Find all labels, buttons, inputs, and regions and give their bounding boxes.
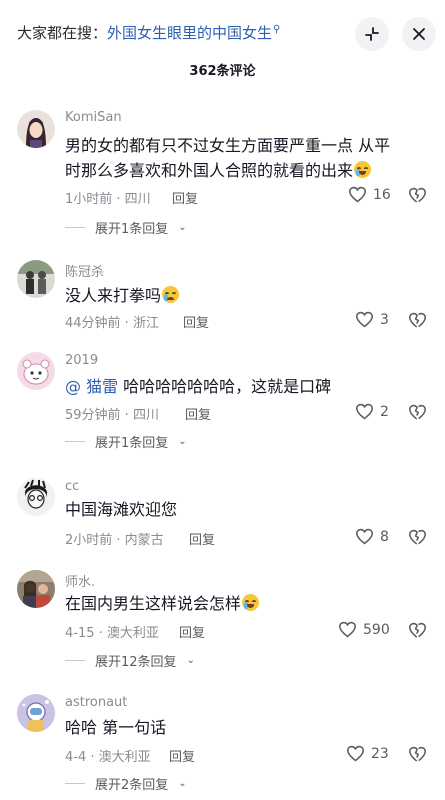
like-button[interactable]: 16 — [348, 186, 391, 203]
like-count: 8 — [380, 528, 389, 545]
divider — [65, 227, 85, 228]
comment-text-content: 哈哈 第一句话 — [65, 718, 167, 737]
like-count: 2 — [380, 403, 389, 420]
heart-icon — [355, 311, 374, 328]
heart-icon — [355, 403, 374, 420]
comment-text-content: 哈哈哈哈哈哈哈，这就是口碑 — [118, 377, 332, 396]
expand-replies-label: 展开1条回复 — [95, 222, 169, 237]
comment-text-content: 在国内男生这样说会怎样 — [65, 594, 242, 613]
comment-meta: 4-4 · 澳大利亚 — [65, 750, 151, 765]
expand-replies-label: 展开1条回复 — [95, 436, 169, 451]
comment-text: 哈哈 第一句话 — [65, 715, 395, 740]
chevron-down-icon: ⌄ — [178, 222, 187, 233]
like-count: 3 — [380, 311, 389, 328]
comment-text-content: 男的女的都有只不过女生方面要严重一点 从平时那么多喜欢和外国人合照的就看的出来 — [65, 136, 391, 180]
comment-meta: 59分钟前 · 四川 — [65, 408, 159, 423]
comment-count-title: 362条评论 — [189, 64, 256, 79]
close-button[interactable] — [402, 17, 436, 51]
top-bar: 大家都在搜：外国女生眼里的中国女生⚲ — [0, 0, 445, 64]
crying-laughing-emoji — [242, 594, 260, 611]
close-icon — [413, 28, 425, 40]
reply-button[interactable]: 回复 — [183, 312, 209, 331]
comment-text: 在国内男生这样说会怎样 — [65, 591, 395, 616]
heart-icon — [346, 745, 365, 762]
comment-username[interactable]: KomiSan — [65, 110, 122, 125]
heart-icon — [355, 528, 374, 545]
expand-replies-button[interactable]: 展开2条回复 ⌄ — [65, 774, 187, 793]
expand-replies-label: 展开12条回复 — [95, 655, 177, 670]
comment-text: @ 猫雷 哈哈哈哈哈哈哈，这就是口碑 — [65, 374, 395, 399]
like-button[interactable]: 2 — [355, 403, 389, 420]
dislike-button[interactable] — [408, 312, 427, 333]
dislike-button[interactable] — [408, 746, 427, 767]
like-button[interactable]: 590 — [338, 621, 390, 638]
comment-meta: 44分钟前 · 浙江 — [65, 316, 159, 331]
search-query-link[interactable]: 外国女生眼里的中国女生 — [107, 24, 272, 42]
divider — [65, 441, 85, 442]
search-prefix: 大家都在搜： — [17, 24, 108, 42]
crying-laughing-emoji — [354, 161, 372, 178]
like-count: 16 — [373, 186, 391, 203]
comment-meta: 1小时前 · 四川 — [65, 192, 151, 207]
avatar[interactable] — [17, 694, 55, 732]
search-suggestion[interactable]: 大家都在搜：外国女生眼里的中国女生⚲ — [17, 22, 280, 43]
chevron-down-icon: ⌄ — [178, 778, 187, 789]
comment-username[interactable]: 师水. — [65, 571, 95, 590]
crying-emoji — [162, 286, 180, 303]
like-button[interactable]: 3 — [355, 311, 389, 328]
comment-text: 没人来打拳吗 — [65, 283, 395, 308]
broken-heart-icon — [409, 312, 426, 328]
comment-username[interactable]: astronaut — [65, 695, 127, 710]
like-button[interactable]: 23 — [346, 745, 389, 762]
comment-username[interactable]: 陈冠杀 — [65, 261, 104, 280]
like-button[interactable]: 8 — [355, 528, 389, 545]
comment-username[interactable]: 2019 — [65, 353, 98, 368]
broken-heart-icon — [409, 746, 426, 762]
dislike-button[interactable] — [408, 187, 427, 208]
divider — [65, 660, 85, 661]
reply-button[interactable]: 回复 — [179, 622, 205, 641]
collapse-icon — [365, 27, 379, 41]
reply-button[interactable]: 回复 — [185, 404, 211, 423]
comment-username[interactable]: cc — [65, 479, 79, 494]
avatar[interactable] — [17, 570, 55, 608]
heart-icon — [348, 186, 367, 203]
collapse-button[interactable] — [355, 17, 389, 51]
avatar[interactable] — [17, 352, 55, 390]
broken-heart-icon — [409, 529, 426, 545]
comment-text: 中国海滩欢迎您 — [65, 497, 395, 522]
broken-heart-icon — [409, 404, 426, 420]
broken-heart-icon — [409, 187, 426, 203]
like-count: 590 — [363, 621, 390, 638]
expand-replies-button[interactable]: 展开1条回复 ⌄ — [65, 218, 187, 237]
chevron-down-icon: ⌄ — [186, 655, 195, 666]
like-count: 23 — [371, 745, 389, 762]
reply-button[interactable]: 回复 — [172, 188, 198, 207]
expand-replies-label: 展开2条回复 — [95, 778, 169, 793]
dislike-button[interactable] — [408, 622, 427, 643]
broken-heart-icon — [409, 622, 426, 638]
expand-replies-button[interactable]: 展开1条回复 ⌄ — [65, 432, 187, 451]
reply-button[interactable]: 回复 — [169, 746, 195, 765]
avatar[interactable] — [17, 478, 55, 516]
comment-text-content: 没人来打拳吗 — [65, 286, 162, 305]
mention-link[interactable]: @ 猫雷 — [65, 377, 118, 396]
expand-replies-button[interactable]: 展开12条回复 ⌄ — [65, 651, 195, 670]
heart-icon — [338, 621, 357, 638]
comment-text: 男的女的都有只不过女生方面要严重一点 从平时那么多喜欢和外国人合照的就看的出来 — [65, 133, 395, 183]
comment-meta: 4-15 · 澳大利亚 — [65, 626, 159, 641]
search-icon: ⚲ — [273, 24, 281, 35]
dislike-button[interactable] — [408, 404, 427, 425]
avatar[interactable] — [17, 110, 55, 148]
divider — [65, 783, 85, 784]
avatar[interactable] — [17, 260, 55, 298]
chevron-down-icon: ⌄ — [178, 436, 187, 447]
comment-text-content: 中国海滩欢迎您 — [65, 500, 178, 519]
dislike-button[interactable] — [408, 529, 427, 550]
comment-meta: 2小时前 · 内蒙古 — [65, 533, 164, 548]
reply-button[interactable]: 回复 — [189, 529, 215, 548]
